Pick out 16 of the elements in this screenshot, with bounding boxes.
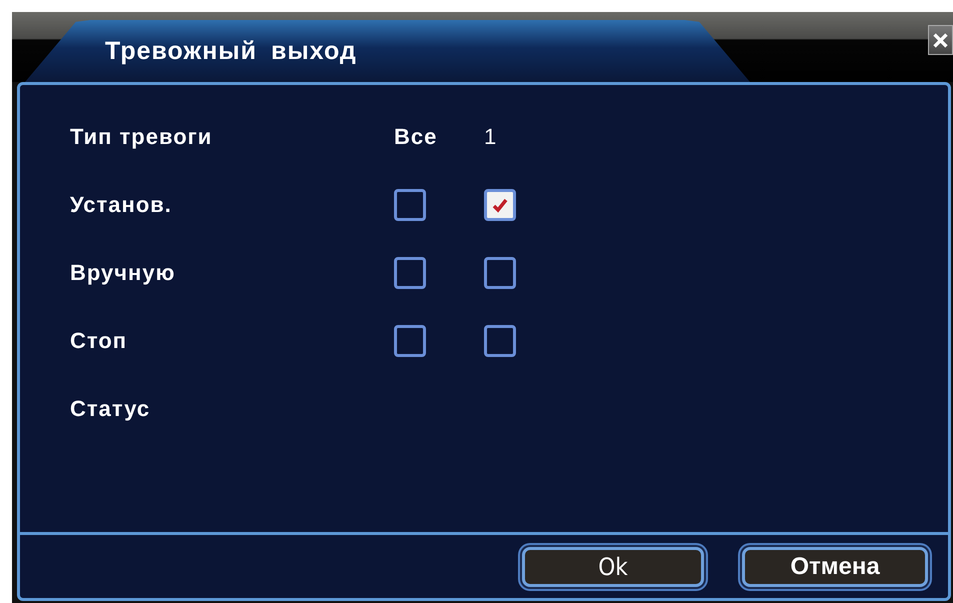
row-label: Тип тревоги: [70, 124, 212, 150]
checkbox[interactable]: [394, 325, 426, 357]
column-header: Все: [394, 124, 438, 150]
close-icon: [932, 32, 949, 48]
row-label: Вручную: [70, 260, 176, 286]
row-label: Установ.: [70, 192, 172, 218]
checkbox[interactable]: [394, 257, 426, 289]
checkbox[interactable]: [484, 257, 516, 289]
checkbox[interactable]: [394, 189, 426, 221]
row-label: Статус: [70, 396, 150, 422]
checkbox[interactable]: [484, 189, 516, 221]
column-header: 1: [484, 124, 496, 150]
close-button[interactable]: [928, 25, 953, 55]
checkbox[interactable]: [484, 325, 516, 357]
row-label: Стоп: [70, 328, 128, 354]
window-title: Тревожный выход: [105, 36, 357, 66]
